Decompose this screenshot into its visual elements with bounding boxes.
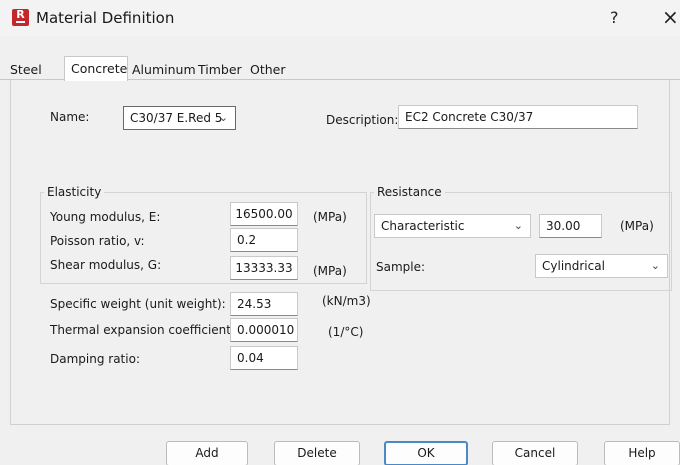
- name-select-value: C30/37 E.Red 5: [130, 111, 223, 125]
- resistance-type-value: Characteristic: [381, 219, 465, 233]
- thermal-expansion-label: Thermal expansion coefficient:: [50, 323, 236, 337]
- sample-value: Cylindrical: [542, 259, 605, 273]
- close-icon[interactable]: ×: [662, 5, 679, 29]
- sample-label: Sample:: [376, 260, 426, 274]
- description-label: Description:: [326, 113, 399, 127]
- young-modulus-unit: (MPa): [313, 210, 347, 224]
- chevron-down-icon: ⌄: [650, 259, 660, 272]
- tab-other[interactable]: Other: [250, 62, 286, 77]
- shear-modulus-field[interactable]: 13333.33: [230, 256, 298, 280]
- tab-steel[interactable]: Steel: [10, 62, 42, 77]
- young-modulus-label: Young modulus, E:: [50, 210, 161, 224]
- add-button[interactable]: Add: [166, 441, 248, 465]
- specific-weight-field[interactable]: 24.53: [230, 292, 298, 316]
- sample-select[interactable]: Cylindrical ⌄: [535, 254, 668, 278]
- resistance-unit: (MPa): [620, 219, 654, 233]
- damping-ratio-label: Damping ratio:: [50, 352, 140, 366]
- damping-ratio-field[interactable]: 0.04: [230, 346, 298, 370]
- ok-button[interactable]: OK: [384, 441, 468, 465]
- thermal-expansion-field[interactable]: 0.000010: [230, 318, 298, 342]
- tab-timber[interactable]: Timber: [198, 62, 242, 77]
- cancel-button[interactable]: Cancel: [492, 441, 578, 465]
- poisson-ratio-field[interactable]: 0.2: [230, 228, 298, 252]
- resistance-value-field[interactable]: 30.00: [539, 214, 602, 238]
- resistance-group-title: Resistance: [374, 185, 445, 199]
- poisson-ratio-label: Poisson ratio, v:: [50, 234, 145, 248]
- chevron-down-icon: ⌄: [218, 111, 228, 124]
- description-field[interactable]: EC2 Concrete C30/37: [398, 105, 638, 129]
- shear-modulus-label: Shear modulus, G:: [50, 258, 162, 272]
- specific-weight-label: Specific weight (unit weight):: [50, 297, 226, 311]
- help-icon[interactable]: ?: [610, 8, 619, 27]
- tab-aluminum[interactable]: Aluminum: [132, 62, 196, 77]
- thermal-expansion-unit: (1/°C): [328, 325, 364, 339]
- help-button[interactable]: Help: [604, 441, 680, 465]
- name-select[interactable]: C30/37 E.Red 5 ⌄: [123, 106, 236, 130]
- shear-modulus-unit: (MPa): [313, 264, 347, 278]
- name-label: Name:: [50, 110, 90, 124]
- elasticity-group-title: Elasticity: [44, 185, 105, 199]
- tab-concrete[interactable]: Concrete: [71, 61, 127, 76]
- chevron-down-icon: ⌄: [513, 219, 523, 232]
- delete-button[interactable]: Delete: [274, 441, 360, 465]
- young-modulus-field[interactable]: 16500.00: [230, 202, 298, 226]
- specific-weight-unit: (kN/m3): [322, 294, 371, 308]
- window-title: Material Definition: [36, 9, 175, 27]
- app-logo-icon: R: [12, 9, 29, 26]
- resistance-type-select[interactable]: Characteristic ⌄: [374, 214, 531, 238]
